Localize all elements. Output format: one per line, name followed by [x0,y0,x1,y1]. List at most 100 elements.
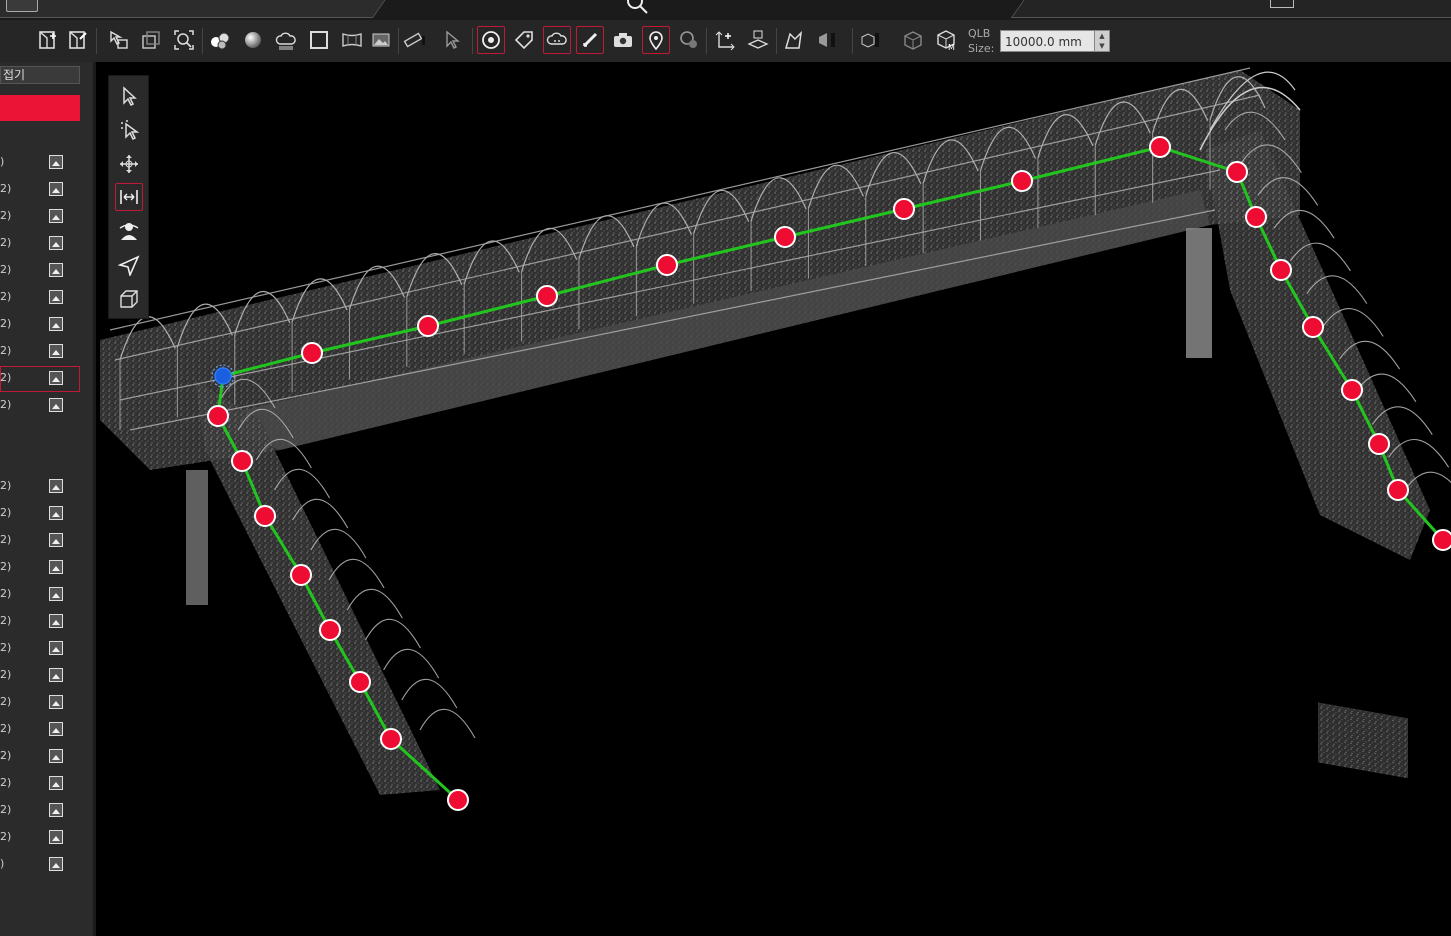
layer-row[interactable]: 2) [0,285,80,311]
scene-canvas[interactable] [96,62,1451,936]
layer-row[interactable]: ) [0,852,80,878]
layer-row[interactable]: 2) [0,663,80,689]
box-select-icon[interactable] [856,26,884,54]
layer-label: 2) [0,344,12,357]
spheres-icon[interactable] [206,26,234,54]
image-icon[interactable] [49,695,63,709]
tag-icon[interactable] [510,26,538,54]
image-icon[interactable] [49,182,63,196]
layer-row[interactable]: 2) [0,717,80,743]
window-icon[interactable] [137,26,165,54]
layer-row[interactable]: 2) [0,204,80,230]
ruler-icon[interactable] [400,26,428,54]
plane-icon[interactable] [744,26,772,54]
cloud-icon[interactable] [272,26,300,54]
walk-icon[interactable] [115,217,143,245]
layer-row[interactable]: 2) [0,177,80,203]
layer-edit-icon[interactable] [64,26,92,54]
cube-icon[interactable] [115,285,143,313]
image-icon[interactable] [49,668,63,682]
layer-row[interactable]: 2) [0,339,80,365]
layer-row[interactable]: 2) [0,690,80,716]
zoom-extents-icon[interactable] [170,26,198,54]
orbit-icon[interactable] [115,150,143,178]
target-icon[interactable] [477,26,505,54]
image-icon[interactable] [49,614,63,628]
select-arrow-icon[interactable] [115,82,143,110]
image-icon[interactable] [49,155,63,169]
layer-row[interactable]: 2) [0,798,80,824]
spinner-down-icon[interactable]: ▼ [1095,41,1109,51]
title-tab-left[interactable] [0,0,392,18]
image-icon[interactable] [49,236,63,250]
collapse-button[interactable]: 접기 [0,66,80,84]
image-icon[interactable] [49,803,63,817]
layer-row[interactable]: 2) [0,231,80,257]
image-icon[interactable] [49,857,63,871]
image-icon[interactable] [49,506,63,520]
image-icon[interactable] [367,26,395,54]
spinner-up-icon[interactable]: ▲ [1095,31,1109,41]
layer-row[interactable]: 2) [0,825,80,851]
image-icon[interactable] [49,749,63,763]
measure-cursor-icon[interactable] [440,26,468,54]
stair-arch [346,588,403,619]
title-tab-right[interactable] [1010,0,1451,18]
layer-row[interactable]: 2) [0,528,80,554]
image-icon[interactable] [49,830,63,844]
image-icon[interactable] [49,317,63,331]
image-icon[interactable] [49,533,63,547]
image-icon[interactable] [49,479,63,493]
sphere-icon[interactable] [239,26,267,54]
axis-add-icon[interactable] [711,26,739,54]
search-icon[interactable] [626,0,648,14]
layer-row[interactable]: 2) [0,744,80,770]
image-icon[interactable] [49,560,63,574]
app-menu-icon[interactable] [6,0,38,12]
camera-icon[interactable] [609,26,637,54]
image-icon[interactable] [49,641,63,655]
layer-row[interactable]: 2) [0,366,80,392]
select-objects-icon[interactable] [104,26,132,54]
layer-row[interactable]: 2) [0,501,80,527]
cloud-marker-icon[interactable] [543,26,571,54]
image-icon[interactable] [49,263,63,277]
path-node [207,405,229,427]
panel-red-bar[interactable] [0,95,80,121]
shape-icon[interactable] [812,26,840,54]
image-icon[interactable] [49,722,63,736]
measure-tool-icon[interactable] [576,26,604,54]
cube-m-icon[interactable]: M [932,26,960,54]
terrain-icon[interactable] [780,26,808,54]
layer-add-icon[interactable] [34,26,62,54]
fit-view-icon[interactable] [115,183,143,211]
size-spinner[interactable]: ▲ ▼ [1094,30,1110,52]
layer-row[interactable]: 2) [0,258,80,284]
image-icon[interactable] [49,398,63,412]
location-pin-icon[interactable] [642,26,670,54]
layer-row[interactable]: ) [0,150,80,176]
image-icon[interactable] [49,776,63,790]
square-icon[interactable] [305,26,333,54]
image-icon[interactable] [49,209,63,223]
cube-view-icon[interactable] [899,26,927,54]
layer-row[interactable]: 2) [0,609,80,635]
layer-row[interactable]: 2) [0,582,80,608]
image-icon[interactable] [49,371,63,385]
layer-row[interactable]: 2) [0,771,80,797]
window-icon[interactable] [1270,0,1294,8]
layer-row[interactable]: 2) [0,393,80,419]
select-point-icon[interactable] [115,116,143,144]
layer-row[interactable]: 2) [0,312,80,338]
geo-icon[interactable] [675,26,703,54]
image-icon[interactable] [49,290,63,304]
image-icon[interactable] [49,344,63,358]
layer-row[interactable]: 2) [0,474,80,500]
panorama-icon[interactable] [338,26,366,54]
point-cloud-viewport[interactable] [96,62,1451,936]
layer-row[interactable]: 2) [0,555,80,581]
size-input[interactable]: 10000.0 mm [1000,30,1096,52]
fly-icon[interactable] [115,251,143,279]
image-icon[interactable] [49,587,63,601]
layer-row[interactable]: 2) [0,636,80,662]
